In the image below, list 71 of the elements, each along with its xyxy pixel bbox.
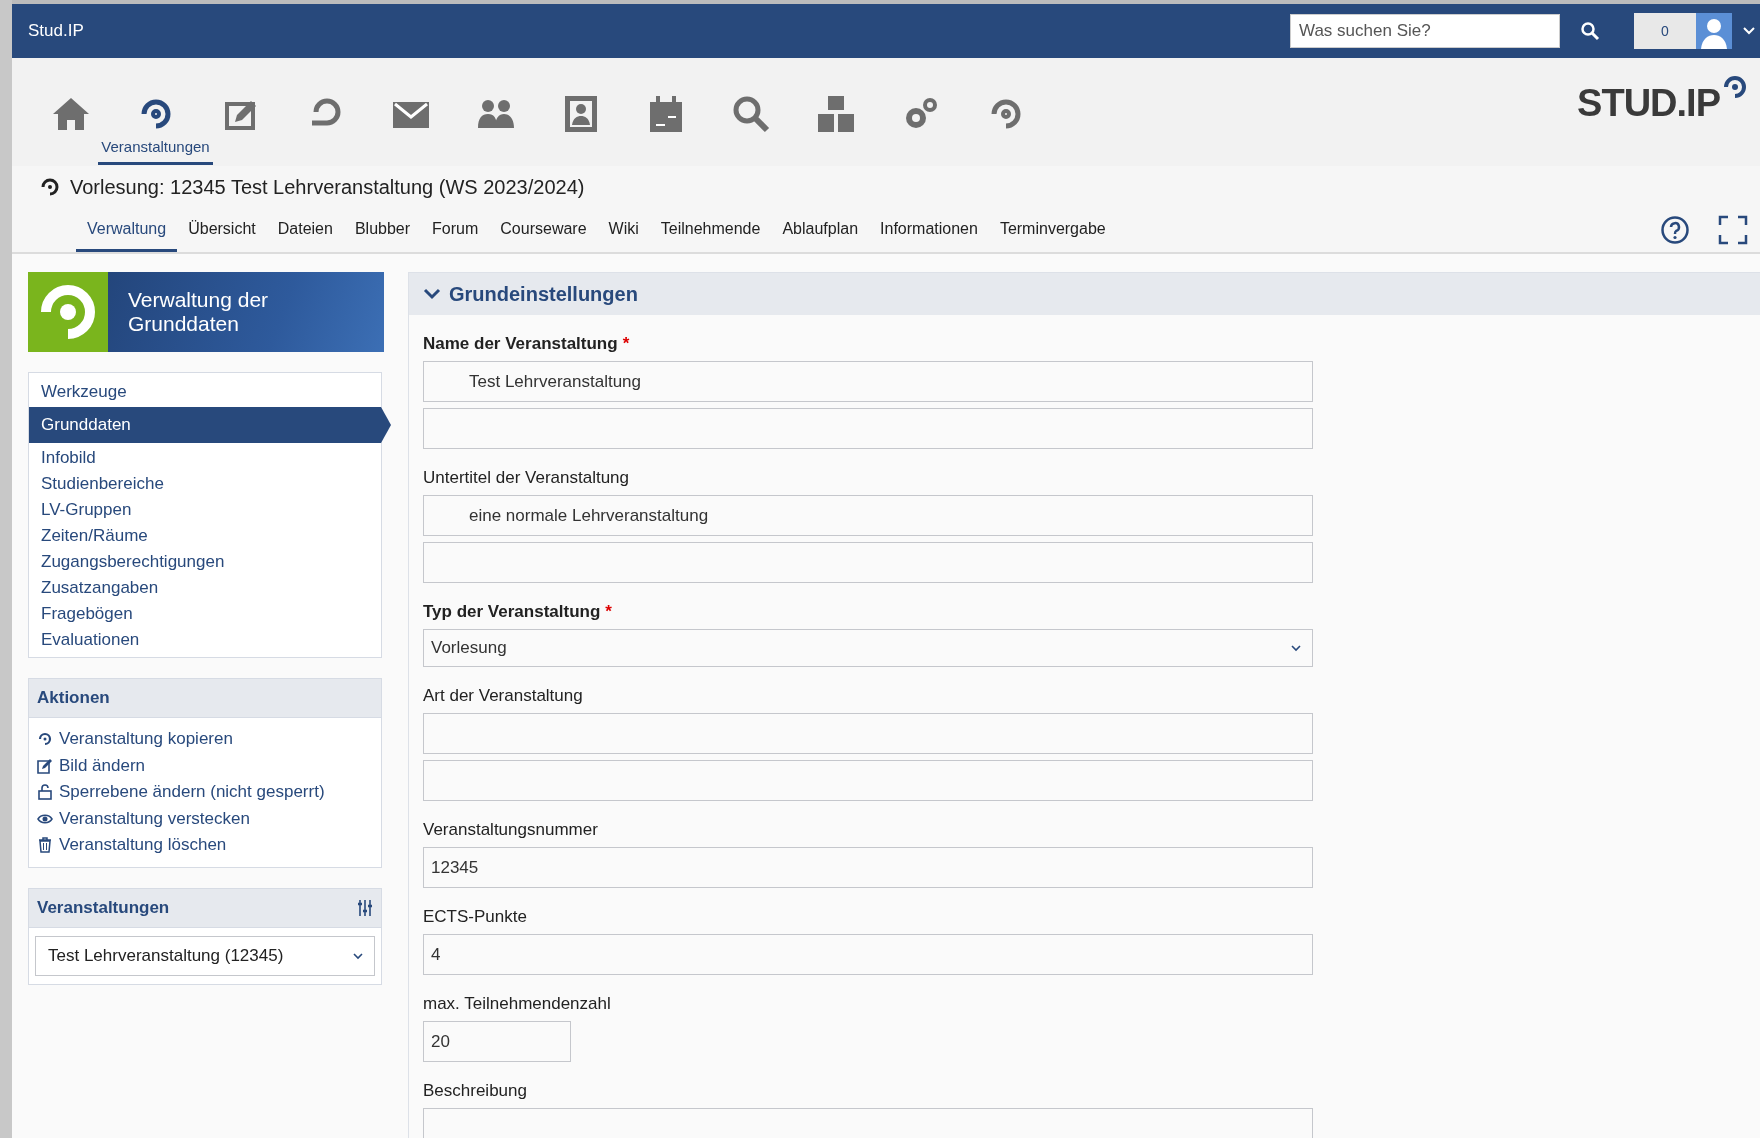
unlocked-padlock-icon bbox=[37, 784, 53, 801]
field-label: ECTS-Punkte bbox=[423, 906, 527, 928]
sidebar-item[interactable]: Evaluationen bbox=[29, 627, 381, 653]
input-field[interactable] bbox=[423, 760, 1313, 801]
tab[interactable]: Blubber bbox=[343, 208, 422, 252]
field-label: Name der Veranstaltung bbox=[423, 333, 618, 355]
help-icon[interactable] bbox=[1660, 215, 1690, 245]
chevron-down-icon bbox=[1290, 644, 1302, 652]
field-label: Untertitel der Veranstaltung bbox=[423, 467, 629, 489]
tab[interactable]: Terminvergabe bbox=[988, 208, 1117, 252]
sidebar-item[interactable]: Zeiten/Räume bbox=[29, 523, 381, 549]
sidebar-title: Verwaltung der Grunddaten bbox=[127, 287, 270, 337]
input-field[interactable] bbox=[423, 542, 1313, 583]
required-marker: * bbox=[605, 601, 612, 623]
notification-counter[interactable]: 0 bbox=[1634, 13, 1696, 49]
site-name[interactable]: Stud.IP bbox=[28, 21, 84, 41]
sidebar-item[interactable]: Grunddaten bbox=[29, 407, 391, 443]
input-field[interactable] bbox=[423, 408, 1313, 449]
course-select[interactable]: Test Lehrveranstaltung (12345) bbox=[35, 935, 375, 976]
type-select[interactable]: Vorlesung bbox=[423, 629, 1313, 667]
field-label: Typ der Veranstaltung bbox=[423, 601, 601, 623]
action-link[interactable]: Veranstaltung löschen bbox=[59, 835, 227, 856]
fullscreen-icon[interactable] bbox=[1718, 215, 1748, 245]
field-label: Art der Veranstaltung bbox=[423, 685, 583, 707]
action-link[interactable]: Veranstaltung verstecken bbox=[59, 808, 250, 829]
avatar-icon[interactable] bbox=[1696, 13, 1732, 49]
tab[interactable]: Übersicht bbox=[177, 208, 267, 252]
tab[interactable]: Dateien bbox=[266, 208, 344, 252]
input-field[interactable]: 20 bbox=[423, 1021, 571, 1062]
action-link[interactable]: Veranstaltung kopieren bbox=[59, 729, 233, 750]
tab[interactable]: Teilnehmende bbox=[649, 208, 772, 252]
section-title: Grundeinstellungen bbox=[449, 282, 638, 306]
tab[interactable]: Wiki bbox=[597, 208, 650, 252]
search-icon[interactable] bbox=[1580, 21, 1600, 41]
tab[interactable]: Informationen bbox=[869, 208, 989, 252]
sidebar-item[interactable]: Studienbereiche bbox=[29, 471, 381, 497]
trash-icon bbox=[37, 837, 53, 854]
caret-icon[interactable] bbox=[1742, 26, 1756, 36]
action-link[interactable]: Bild ändern bbox=[59, 755, 145, 776]
sidebar-item[interactable]: Fragebögen bbox=[29, 601, 381, 627]
action-link[interactable]: Sperrebene ändern (nicht gesperrt) bbox=[59, 782, 325, 803]
field-label: Beschreibung bbox=[423, 1080, 527, 1102]
input-field[interactable]: 12345 bbox=[423, 847, 1313, 888]
course-title: Vorlesung: 12345 Test Lehrveranstaltung (WS 2023/2024) bbox=[70, 175, 585, 199]
blocks-icon bbox=[815, 94, 856, 134]
search-field[interactable]: Was suchen Sie? bbox=[1290, 14, 1560, 48]
widget-title: Veranstaltungen bbox=[37, 897, 170, 918]
tab[interactable]: Courseware bbox=[489, 208, 598, 252]
input-field[interactable]: eine normale Lehrveranstaltung bbox=[423, 495, 1313, 536]
tab[interactable]: Forum bbox=[421, 208, 490, 252]
input-field[interactable]: Test Lehrveranstaltung bbox=[423, 361, 1313, 402]
section-header[interactable]: Grundeinstellungen bbox=[409, 273, 1760, 315]
edit-icon bbox=[37, 757, 53, 774]
sidebar-item[interactable]: Infobild bbox=[29, 445, 381, 471]
widget-title: Aktionen bbox=[37, 688, 110, 708]
sidebar-item[interactable]: Werkzeuge bbox=[29, 379, 381, 405]
ring-logo-icon bbox=[28, 272, 108, 352]
input-field[interactable] bbox=[423, 713, 1313, 754]
sidebar-item[interactable]: Zusatzangaben bbox=[29, 575, 381, 601]
ring-icon bbox=[37, 731, 53, 748]
tab[interactable]: Verwaltung bbox=[76, 208, 178, 252]
tab[interactable]: Ablaufplan bbox=[771, 208, 870, 252]
chevron-down-icon bbox=[352, 951, 364, 960]
sidebar-item[interactable]: Zugangsberechtigungen bbox=[29, 549, 381, 575]
sliders-icon[interactable] bbox=[357, 898, 373, 917]
sidebar-item[interactable]: LV-Gruppen bbox=[29, 497, 381, 523]
logo[interactable]: STUD.IP bbox=[1577, 82, 1720, 125]
field-label: max. Teilnehmendenzahl bbox=[423, 993, 611, 1015]
field-label: Veranstaltungsnummer bbox=[423, 819, 598, 841]
required-marker: * bbox=[622, 333, 630, 355]
input-field[interactable]: 4 bbox=[423, 934, 1313, 975]
